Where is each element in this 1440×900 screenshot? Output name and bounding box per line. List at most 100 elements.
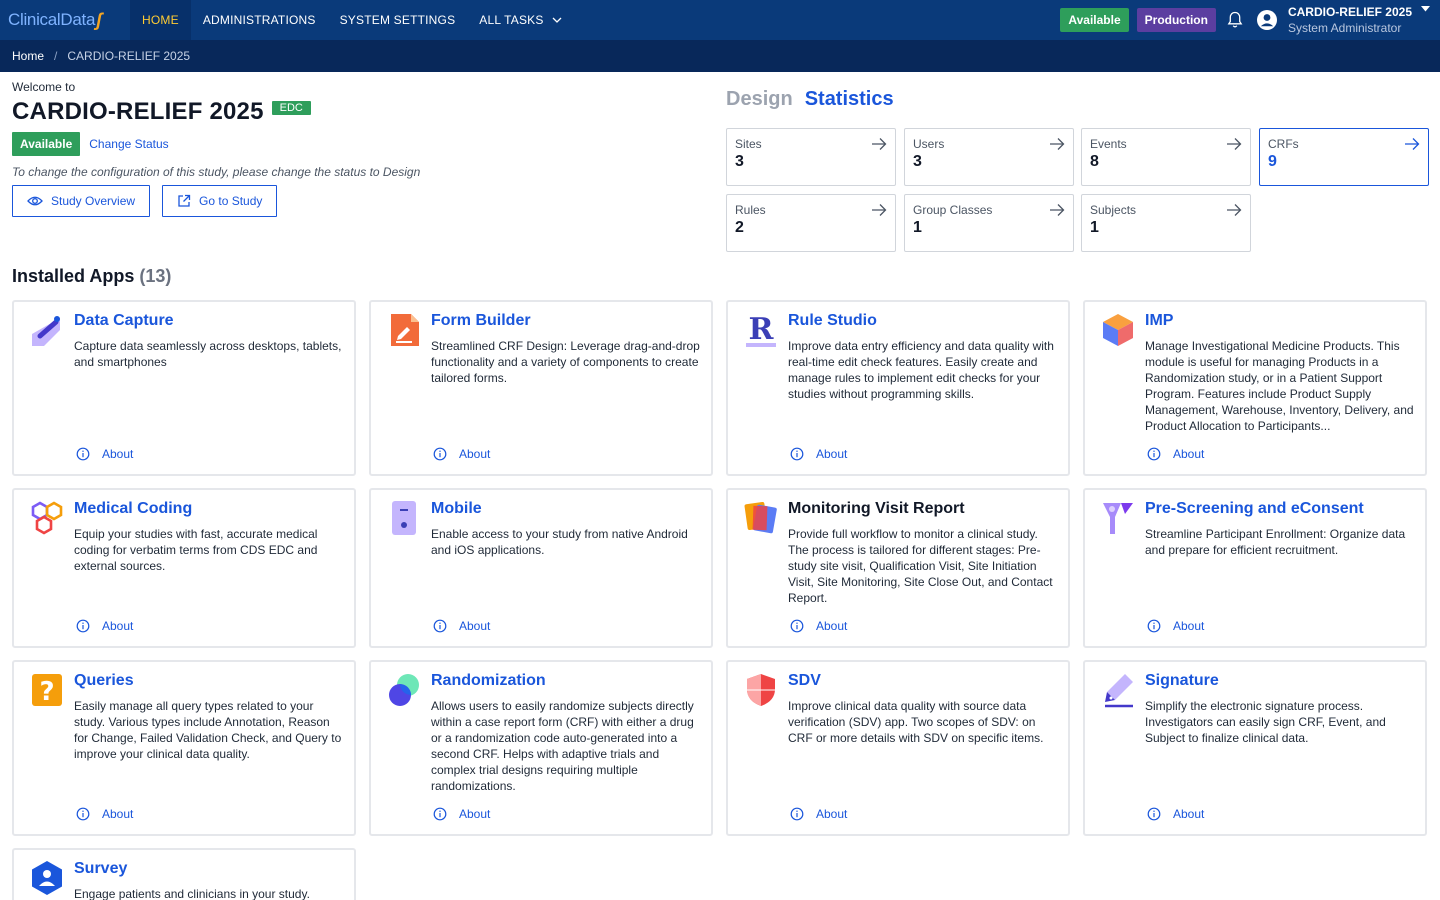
app-title[interactable]: Monitoring Visit Report <box>788 500 965 518</box>
user-menu[interactable]: CARDIO-RELIEF 2025 System Administrator <box>1288 4 1412 36</box>
app-title[interactable]: SDV <box>788 672 821 690</box>
about-label: About <box>816 619 848 633</box>
app-title[interactable]: Survey <box>74 860 127 878</box>
about-link[interactable]: About <box>790 447 847 461</box>
app-description: Provide full workflow to monitor a clini… <box>788 527 1053 605</box>
about-label: About <box>1173 807 1205 821</box>
app-title[interactable]: IMP <box>1145 312 1173 330</box>
about-link[interactable]: About <box>433 447 490 461</box>
installed-apps-title: Installed Apps <box>12 266 135 286</box>
app-title[interactable]: Randomization <box>431 672 546 690</box>
info-icon <box>1147 447 1161 461</box>
nav-administrations[interactable]: ADMINISTRATIONS <box>191 0 328 40</box>
arrow-right-icon <box>1050 204 1065 216</box>
go-to-study-label: Go to Study <box>199 194 263 208</box>
stat-card-crfs[interactable]: CRFs 9 <box>1259 128 1429 186</box>
study-overview-button[interactable]: Study Overview <box>12 185 151 217</box>
notification-bell-icon[interactable] <box>1224 9 1246 31</box>
breadcrumb-current: CARDIO-RELIEF 2025 <box>67 49 191 63</box>
arrow-right-icon <box>1227 204 1242 216</box>
sdv-shield-icon <box>747 674 775 706</box>
clinicaldata-logo[interactable]: ClinicalData ʃ <box>0 0 130 40</box>
arrow-right-icon <box>1050 138 1065 150</box>
app-card-medical-coding: Medical Coding Equip your studies with f… <box>12 488 356 648</box>
stat-label: Sites <box>735 137 762 151</box>
app-title[interactable]: Signature <box>1145 672 1219 690</box>
user-avatar-icon[interactable] <box>1256 9 1278 31</box>
stat-card-events[interactable]: Events 8 <box>1081 128 1251 186</box>
medical-coding-icon <box>31 501 63 535</box>
about-link[interactable]: About <box>76 807 133 821</box>
stat-label: Subjects <box>1090 203 1137 217</box>
logo-text: ClinicalData <box>8 10 96 29</box>
stat-card-users[interactable]: Users 3 <box>904 128 1074 186</box>
user-role: System Administrator <box>1287 21 1402 35</box>
nav-home[interactable]: HOME <box>130 0 191 40</box>
app-description: Streamlined CRF Design: Leverage drag-an… <box>431 339 700 385</box>
app-card-randomization: Randomization Allows users to easily ran… <box>369 660 713 836</box>
about-label: About <box>816 447 848 461</box>
tab-design[interactable]: Design <box>726 88 793 111</box>
about-link[interactable]: About <box>76 619 133 633</box>
app-card-imp: IMP Manage Investigational Medicine Prod… <box>1083 300 1427 476</box>
about-label: About <box>102 807 134 821</box>
tab-statistics[interactable]: Statistics <box>805 88 894 111</box>
app-title[interactable]: Pre-Screening and eConsent <box>1145 500 1364 518</box>
pre-screening-icon <box>1103 503 1133 534</box>
signature-pen-icon <box>1105 674 1133 708</box>
app-description: Easily manage all query types related to… <box>74 699 342 761</box>
go-to-study-button[interactable]: Go to Study <box>162 185 278 217</box>
app-description: Simplify the electronic signature proces… <box>1145 699 1386 745</box>
info-icon <box>1147 807 1161 821</box>
chevron-down-icon <box>552 17 562 23</box>
breadcrumb-home[interactable]: Home <box>12 49 44 63</box>
form-builder-icon <box>391 314 419 346</box>
arrow-right-icon <box>872 204 887 216</box>
app-description: Manage Investigational Medicine Products… <box>1145 339 1414 433</box>
about-label: About <box>1173 619 1205 633</box>
app-title[interactable]: Form Builder <box>431 312 531 330</box>
app-title[interactable]: Data Capture <box>74 312 174 330</box>
eye-icon <box>27 196 43 206</box>
app-description: Allows users to easily randomize subject… <box>431 699 694 793</box>
nav-home-label: HOME <box>142 13 179 27</box>
app-card-mobile: Mobile Enable access to your study from … <box>369 488 713 648</box>
nav-system-settings[interactable]: SYSTEM SETTINGS <box>328 0 468 40</box>
welcome-section: Welcome to CARDIO-RELIEF 2025 EDC Availa… <box>12 80 420 217</box>
app-card-signature: Signature Simplify the electronic signat… <box>1083 660 1427 836</box>
nav-all-tasks[interactable]: ALL TASKS <box>467 0 573 40</box>
about-link[interactable]: About <box>1147 447 1204 461</box>
stat-card-subjects[interactable]: Subjects 1 <box>1081 194 1251 252</box>
about-label: About <box>102 447 134 461</box>
about-link[interactable]: About <box>76 447 133 461</box>
app-title[interactable]: Queries <box>74 672 134 690</box>
stat-card-rules[interactable]: Rules 2 <box>726 194 896 252</box>
survey-icon <box>32 861 62 895</box>
app-title[interactable]: Medical Coding <box>74 500 192 518</box>
status-hint: To change the configuration of this stud… <box>12 165 421 179</box>
app-description: Equip your studies with fast, accurate m… <box>74 527 318 573</box>
app-card-data-capture: Data Capture Capture data seamlessly acr… <box>12 300 356 476</box>
app-title[interactable]: Mobile <box>431 500 482 518</box>
stat-card-group-classes[interactable]: Group Classes 1 <box>904 194 1074 252</box>
change-status-link[interactable]: Change Status <box>89 137 168 151</box>
about-link[interactable]: About <box>433 619 490 633</box>
external-link-icon <box>178 194 191 207</box>
breadcrumb: Home / CARDIO-RELIEF 2025 <box>0 40 1440 72</box>
nav-system-settings-label: SYSTEM SETTINGS <box>339 13 456 27</box>
stat-card-sites[interactable]: Sites 3 <box>726 128 896 186</box>
info-icon <box>1147 619 1161 633</box>
about-link[interactable]: About <box>1147 619 1204 633</box>
about-link[interactable]: About <box>433 807 490 821</box>
info-icon <box>790 807 804 821</box>
app-card-monitoring-visit-report: Monitoring Visit Report Provide full wor… <box>726 488 1070 648</box>
about-link[interactable]: About <box>790 619 847 633</box>
info-icon <box>433 807 447 821</box>
about-link[interactable]: About <box>790 807 847 821</box>
app-title[interactable]: Rule Studio <box>788 312 877 330</box>
monitoring-report-icon <box>744 501 777 534</box>
app-description: Streamline Participant Enrollment: Organ… <box>1145 527 1406 557</box>
caret-down-icon[interactable] <box>1421 6 1430 12</box>
user-name: CARDIO-RELIEF 2025 <box>1287 5 1412 19</box>
about-link[interactable]: About <box>1147 807 1204 821</box>
